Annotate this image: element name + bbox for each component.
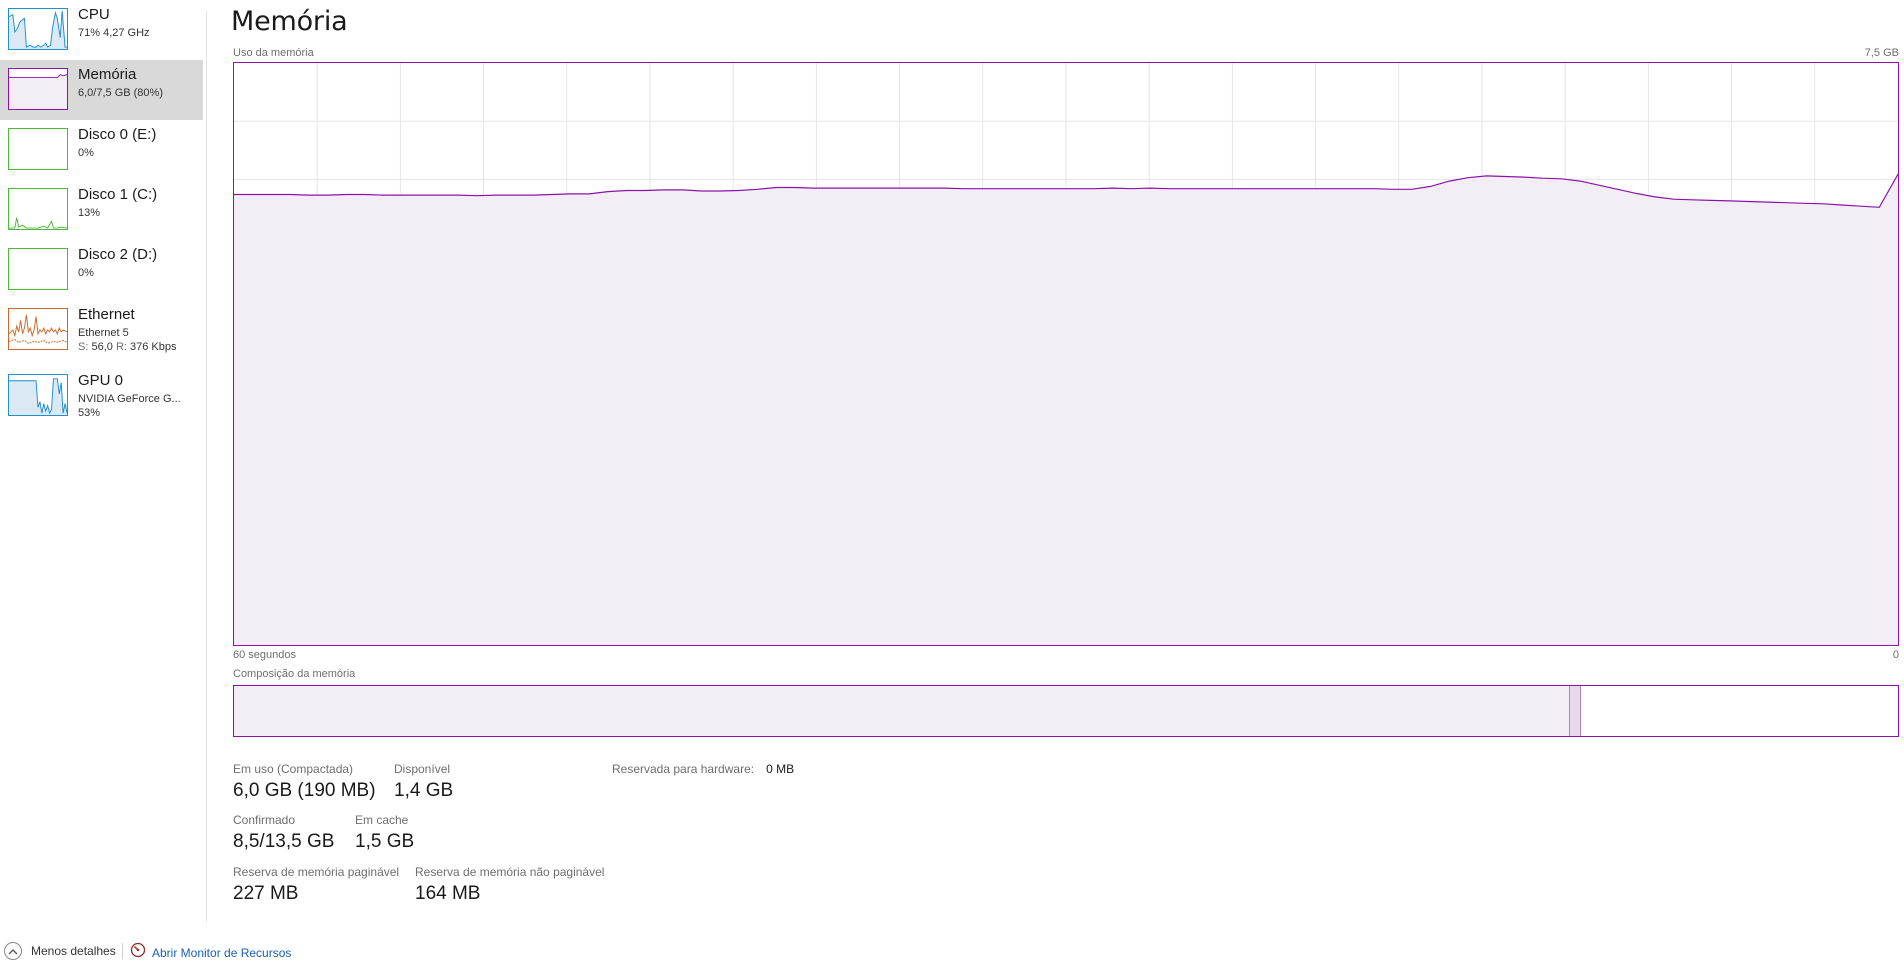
stat-hardware-reserved: Reservada para hardware: 0 MB <box>612 762 794 776</box>
memory-composition-bar[interactable] <box>233 685 1899 737</box>
sidebar-item-subtitle: NVIDIA GeForce G... <box>78 393 181 405</box>
memory-usage-plot <box>234 63 1898 645</box>
sidebar-item-title: GPU 0 <box>78 372 124 389</box>
stat-in-use: Em uso (Compactada) 6,0 GB (190 MB) <box>233 762 376 802</box>
stat-value: 1,5 GB <box>355 831 415 852</box>
stat-label: Reserva de memória não paginável <box>415 865 605 879</box>
send-label: S: <box>78 341 89 353</box>
sidebar-item-disk0[interactable]: Disco 0 (E:) 0% <box>0 120 203 180</box>
sidebar-item-subtitle: 0% <box>78 267 94 279</box>
composition-modified-segment[interactable] <box>1570 686 1581 736</box>
stat-value: 0 MB <box>766 762 795 776</box>
memory-mini-graph <box>8 68 68 110</box>
sidebar-item-title: Disco 1 (C:) <box>78 186 158 203</box>
gpu-mini-graph <box>8 374 68 416</box>
stat-label: Confirmado <box>233 813 296 827</box>
sidebar-item-title: Disco 0 (E:) <box>78 126 157 143</box>
footer-divider <box>122 943 123 959</box>
stat-label: Em cache <box>355 813 409 827</box>
stat-value: 8,5/13,5 GB <box>233 831 335 852</box>
sidebar-item-title: Ethernet <box>78 306 135 323</box>
performance-sidebar: CPU 71% 4,27 GHz Memória 6,0/7,5 GB (80%… <box>0 0 203 922</box>
usage-chart-max: 7,5 GB <box>1864 47 1899 59</box>
sidebar-item-subtitle: Ethernet 5 <box>78 327 129 339</box>
less-details-label: Menos detalhes <box>31 944 116 958</box>
resource-monitor-icon <box>130 942 146 963</box>
stat-value: 164 MB <box>415 883 481 904</box>
footer-bar: Menos detalhes Abrir Monitor de Recursos <box>0 938 1904 964</box>
stat-label: Em uso (Compactada) <box>233 762 354 776</box>
sidebar-item-subtitle: 71% 4,27 GHz <box>78 27 150 39</box>
task-manager-performance: CPU 71% 4,27 GHz Memória 6,0/7,5 GB (80%… <box>0 0 1904 970</box>
sidebar-item-disk1[interactable]: Disco 1 (C:) 13% <box>0 180 203 240</box>
stat-available: Disponível 1,4 GB <box>394 762 453 802</box>
sidebar-item-usage: 53% <box>78 407 101 419</box>
time-span-label: 60 segundos <box>233 649 296 661</box>
chevron-up-icon <box>4 942 22 960</box>
stat-committed: Confirmado 8,5/13,5 GB <box>233 813 334 853</box>
sidebar-divider <box>206 10 207 922</box>
composition-in-use-segment[interactable] <box>234 686 1570 736</box>
sidebar-item-gpu[interactable]: GPU 0 NVIDIA GeForce G... 53% <box>0 366 203 426</box>
ethernet-throughput: S: 56,0 R: 376 Kbps <box>78 341 177 353</box>
disk0-mini-graph <box>8 128 68 170</box>
cpu-mini-graph <box>8 8 68 50</box>
memory-usage-area <box>234 174 1898 645</box>
sidebar-item-subtitle: 6,0/7,5 GB (80%) <box>78 87 163 99</box>
stat-value: 227 MB <box>233 883 299 904</box>
sidebar-item-memory[interactable]: Memória 6,0/7,5 GB (80%) <box>0 60 203 120</box>
sidebar-item-title: CPU <box>78 6 110 23</box>
stat-label: Disponível <box>394 762 451 776</box>
sidebar-item-title: Memória <box>78 66 137 83</box>
resource-monitor-label: Abrir Monitor de Recursos <box>152 945 292 960</box>
disk1-mini-graph <box>8 188 68 230</box>
composition-label: Composição da memória <box>233 668 356 680</box>
stat-cached: Em cache 1,5 GB <box>355 813 414 853</box>
send-value: 56,0 <box>91 341 113 353</box>
sidebar-item-subtitle: 0% <box>78 147 94 159</box>
stat-value: 6,0 GB (190 MB) <box>233 780 376 801</box>
axis-zero-label: 0 <box>1892 649 1899 661</box>
stat-value: 1,4 GB <box>394 780 454 801</box>
ethernet-mini-graph <box>8 308 68 350</box>
stat-label: Reservada para hardware: <box>612 762 755 776</box>
open-resource-monitor-link[interactable]: Abrir Monitor de Recursos <box>130 942 291 963</box>
stat-nonpaged-pool: Reserva de memória não paginável 164 MB <box>415 865 604 905</box>
sidebar-item-ethernet[interactable]: Ethernet Ethernet 5 S: 56,0 R: 376 Kbps <box>0 300 203 360</box>
less-details-button[interactable]: Menos detalhes <box>4 942 116 960</box>
receive-label: R: <box>115 341 127 353</box>
usage-chart-label: Uso da memória <box>233 47 314 59</box>
sidebar-item-title: Disco 2 (D:) <box>78 246 158 263</box>
memory-usage-chart <box>233 62 1899 646</box>
sidebar-item-subtitle: 13% <box>78 207 101 219</box>
sidebar-item-disk2[interactable]: Disco 2 (D:) 0% <box>0 240 203 300</box>
receive-value: 376 Kbps <box>130 341 177 353</box>
disk2-mini-graph <box>8 248 68 290</box>
stat-paged-pool: Reserva de memória paginável 227 MB <box>233 865 399 905</box>
stat-label: Reserva de memória paginável <box>233 865 400 879</box>
page-title: Memória <box>231 6 348 37</box>
sidebar-item-cpu[interactable]: CPU 71% 4,27 GHz <box>0 0 203 60</box>
